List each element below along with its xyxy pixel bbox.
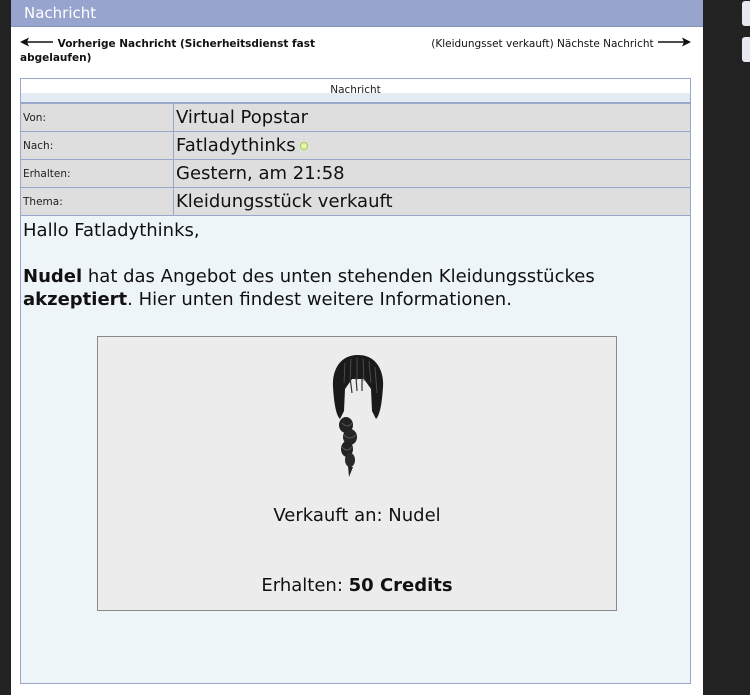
received-label: Erhalten:: [20, 159, 174, 188]
arrow-left-icon: [20, 37, 54, 51]
online-status-icon: [299, 142, 308, 150]
meta-row-from: Von: Virtual Popstar: [20, 103, 691, 132]
received-value: Gestern, am 21:58: [173, 159, 691, 188]
window-title: Nachricht: [24, 4, 97, 22]
braided-hair-item-image: [330, 353, 386, 479]
item-card: Verkauft an: Nudel Erhalten: 50 Credits: [97, 336, 617, 611]
sold-to-text: Verkauft an: Nudel: [273, 505, 441, 526]
side-tab-1[interactable]: [742, 1, 750, 26]
subject-label: Thema:: [20, 187, 174, 216]
message-body: Hallo Fatladythinks, Nudel hat das Angeb…: [21, 216, 690, 314]
accepted-word: akzeptiert: [23, 289, 128, 310]
message-text-1: hat das Angebot des unten stehenden Klei…: [82, 266, 595, 287]
meta-row-to: Nach: Fatladythinks: [20, 131, 691, 160]
message-meta-table: Von: Virtual Popstar Nach: Fatladythinks…: [20, 103, 691, 216]
received-credits-label: Erhalten:: [261, 575, 349, 596]
buyer-name[interactable]: Nudel: [23, 266, 82, 287]
received-credits-value: 50 Credits: [348, 575, 453, 596]
next-message-link[interactable]: (Kleidungsset verkauft) Nächste Nachrich…: [431, 37, 691, 51]
received-credits: Erhalten: 50 Credits: [98, 575, 616, 596]
message-text-2: . Hier unten findest weitere Information…: [127, 289, 512, 310]
to-value[interactable]: Fatladythinks: [176, 135, 296, 156]
from-label: Von:: [20, 103, 174, 132]
meta-row-received: Erhalten: Gestern, am 21:58: [20, 159, 691, 188]
message-box: Nachricht Von: Virtual Popstar Nach: Fat…: [20, 78, 691, 684]
from-value[interactable]: Virtual Popstar: [173, 103, 691, 132]
to-label: Nach:: [20, 131, 174, 160]
previous-message-link[interactable]: Vorherige Nachricht (Sicherheitsdienst f…: [20, 37, 340, 65]
window-titlebar: Nachricht: [11, 0, 703, 27]
message-paragraph: Nudel hat das Angebot des unten stehende…: [23, 265, 688, 311]
to-cell: Fatladythinks: [173, 131, 691, 160]
side-tab-2[interactable]: [742, 37, 750, 62]
meta-row-subject: Thema: Kleidungsstück verkauft: [20, 187, 691, 216]
message-greeting: Hallo Fatladythinks,: [23, 220, 200, 241]
previous-message-label: Vorherige Nachricht (Sicherheitsdienst f…: [20, 38, 315, 64]
message-header: Nachricht: [21, 79, 690, 103]
subject-value: Kleidungsstück verkauft: [173, 187, 691, 216]
message-panel: Nachricht Vorherige Nachricht (Sicherhei…: [11, 0, 703, 695]
next-message-label: (Kleidungsset verkauft) Nächste Nachrich…: [431, 38, 654, 50]
arrow-right-icon: [657, 37, 691, 51]
